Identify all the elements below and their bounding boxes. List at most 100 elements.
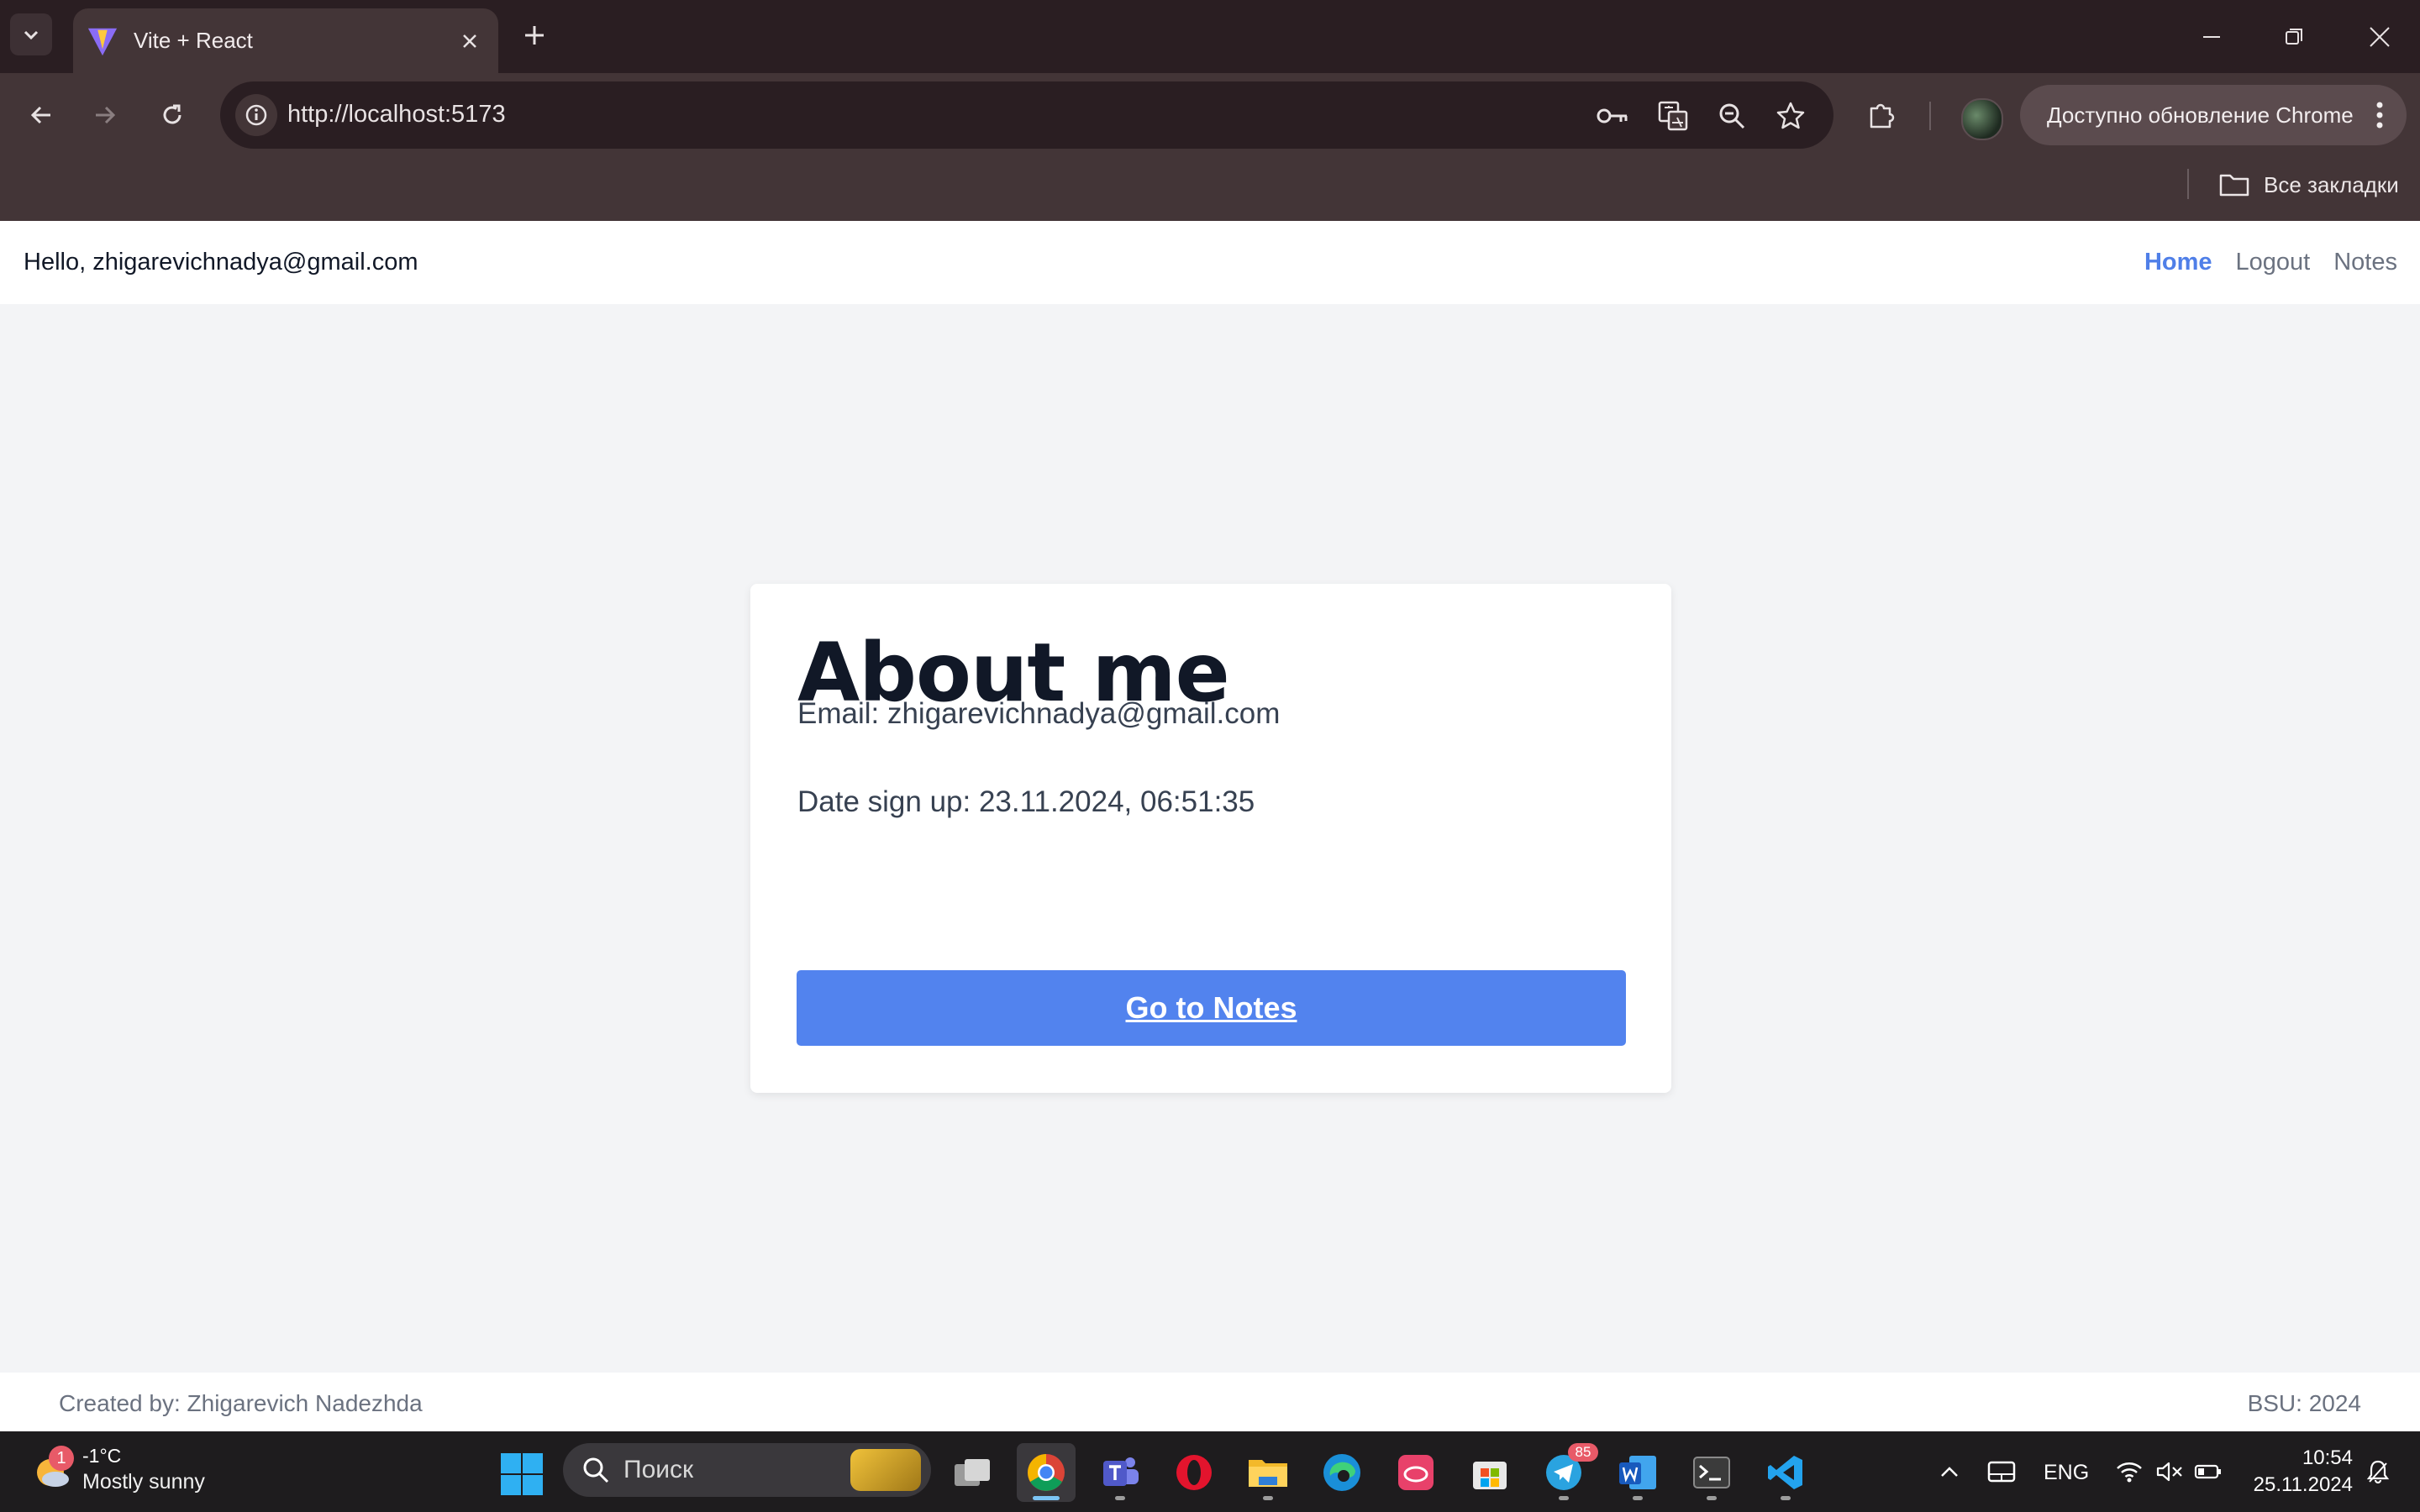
go-to-notes-button[interactable]: Go to Notes (797, 970, 1626, 1046)
window-close-icon (2370, 27, 2390, 47)
edge-icon (1323, 1454, 1360, 1491)
taskbar-word[interactable] (1608, 1443, 1667, 1502)
footer-credits: Created by: Zhigarevich Nadezhda (59, 1390, 423, 1416)
back-button[interactable] (20, 94, 62, 136)
clock-time: 10:54 (2302, 1446, 2353, 1469)
start-icon-tile (523, 1475, 543, 1495)
taskbar-teams[interactable] (1091, 1443, 1150, 1502)
search-placeholder: Поиск (623, 1456, 694, 1483)
tray-device-button[interactable] (1983, 1453, 2020, 1490)
app-header: Hello, zhigarevichnadya@gmail.com Home L… (0, 221, 2420, 304)
browser-tab[interactable]: Vite + React (73, 8, 498, 73)
battery-icon (2194, 1464, 2221, 1479)
search-highlight-image (850, 1449, 921, 1491)
start-icon-tile (501, 1453, 521, 1473)
notification-center-button[interactable] (2360, 1453, 2396, 1490)
forward-button[interactable] (84, 94, 126, 136)
minimize-button[interactable] (2186, 17, 2237, 57)
input-language[interactable]: ENG (2044, 1461, 2089, 1485)
word-icon (1619, 1456, 1656, 1489)
bookmarks-divider (2187, 169, 2189, 199)
weather-badge: 1 (49, 1446, 74, 1471)
new-tab-button[interactable] (516, 17, 553, 54)
taskbar-chrome[interactable] (1017, 1443, 1076, 1502)
site-info-button[interactable] (235, 94, 277, 136)
update-button-label: Доступно обновление Chrome (2047, 102, 2354, 128)
notification-bell-icon (2366, 1460, 2390, 1484)
bookmark-star-icon (1776, 102, 1805, 129)
task-view-button[interactable] (943, 1443, 1002, 1502)
password-key-icon (1597, 108, 1628, 123)
extensions-icon (1870, 103, 1895, 129)
weather-sun-icon: 1 (30, 1446, 74, 1491)
restore-icon (2286, 29, 2302, 45)
nav-notes-link[interactable]: Notes (2333, 249, 2397, 276)
minimize-icon (2203, 36, 2220, 38)
more-menu-button[interactable] (2363, 94, 2396, 136)
start-button[interactable] (501, 1453, 543, 1495)
main-nav: Home Logout Notes (2144, 249, 2397, 276)
taskbar-telegram[interactable]: 85 (1534, 1443, 1598, 1502)
taskbar-terminal[interactable] (1682, 1443, 1741, 1502)
taskbar-vscode[interactable] (1756, 1443, 1815, 1502)
password-key-button[interactable] (1593, 97, 1632, 135)
taskbar-edge[interactable] (1313, 1443, 1371, 1502)
system-clock[interactable]: 10:54 25.11.2024 (2235, 1445, 2353, 1499)
all-bookmarks-button[interactable]: Все закладки (2218, 164, 2399, 206)
start-icon-tile (501, 1475, 521, 1495)
tab-close-button[interactable] (453, 24, 487, 58)
taskbar-store[interactable] (1460, 1443, 1519, 1502)
volume-muted-icon (2156, 1462, 2182, 1482)
greeting-text: Hello, zhigarevichnadya@gmail.com (24, 249, 418, 276)
vscode-icon (1768, 1456, 1802, 1489)
new-tab-icon (525, 26, 544, 45)
window-close-button[interactable] (2354, 17, 2405, 57)
tray-overflow-button[interactable] (1933, 1453, 1966, 1490)
folder-icon (2219, 174, 2249, 197)
weather-text: -1°C Mostly sunny (82, 1443, 205, 1495)
extensions-button[interactable] (1860, 94, 1902, 136)
site-info-icon (245, 104, 267, 126)
chevron-up-icon (1941, 1467, 1958, 1477)
tray-battery-button[interactable] (2190, 1453, 2227, 1490)
zoom-button[interactable] (1712, 97, 1751, 135)
chrome-update-button[interactable]: Доступно обновление Chrome (2020, 85, 2407, 145)
translate-button[interactable] (1654, 97, 1692, 135)
bookmark-star-button[interactable] (1771, 97, 1810, 135)
back-icon (30, 106, 50, 124)
weather-description: Mostly sunny (82, 1470, 205, 1494)
about-card: About me Email: zhigarevichnadya@gmail.c… (750, 584, 1671, 1093)
browser-toolbar: http://localhost:5173 Доступно обновлени… (0, 73, 2420, 157)
reload-button[interactable] (151, 94, 193, 136)
creative-cloud-icon (1398, 1455, 1434, 1490)
telegram-unread-badge: 85 (1568, 1443, 1598, 1462)
teams-icon (1103, 1457, 1139, 1486)
windows-taskbar: 1 -1°C Mostly sunny Поиск 85 ENG 10:54 2… (0, 1431, 2420, 1512)
opera-icon (1176, 1455, 1212, 1490)
nav-home-link[interactable]: Home (2144, 249, 2212, 276)
terminal-icon (1693, 1457, 1730, 1488)
tab-strip: Vite + React (0, 0, 2420, 73)
taskbar-opera[interactable] (1165, 1443, 1223, 1502)
search-icon (583, 1457, 609, 1483)
nav-logout-link[interactable]: Logout (2236, 249, 2311, 276)
tab-search-button[interactable] (10, 13, 52, 55)
profile-avatar[interactable] (1961, 98, 2003, 140)
tab-search-icon (24, 30, 39, 40)
close-icon (463, 34, 476, 48)
restore-button[interactable] (2269, 17, 2319, 57)
tray-network-button[interactable] (2111, 1453, 2148, 1490)
taskbar-search[interactable]: Поиск (563, 1443, 931, 1497)
url-text: http://localhost:5173 (287, 101, 506, 128)
start-icon-tile (523, 1453, 543, 1473)
weather-widget[interactable]: 1 -1°C Mostly sunny (30, 1443, 205, 1495)
reload-icon (163, 104, 182, 124)
touchpad-icon (1987, 1461, 2016, 1483)
tray-volume-button[interactable] (2151, 1453, 2188, 1490)
taskbar-creative-cloud[interactable] (1386, 1443, 1445, 1502)
vite-favicon (87, 28, 118, 55)
address-bar[interactable]: http://localhost:5173 (220, 81, 1833, 149)
taskbar-file-explorer[interactable] (1239, 1443, 1297, 1502)
signup-date-info: Date sign up: 23.11.2024, 06:51:35 (797, 785, 1255, 818)
task-view-icon (955, 1459, 990, 1486)
